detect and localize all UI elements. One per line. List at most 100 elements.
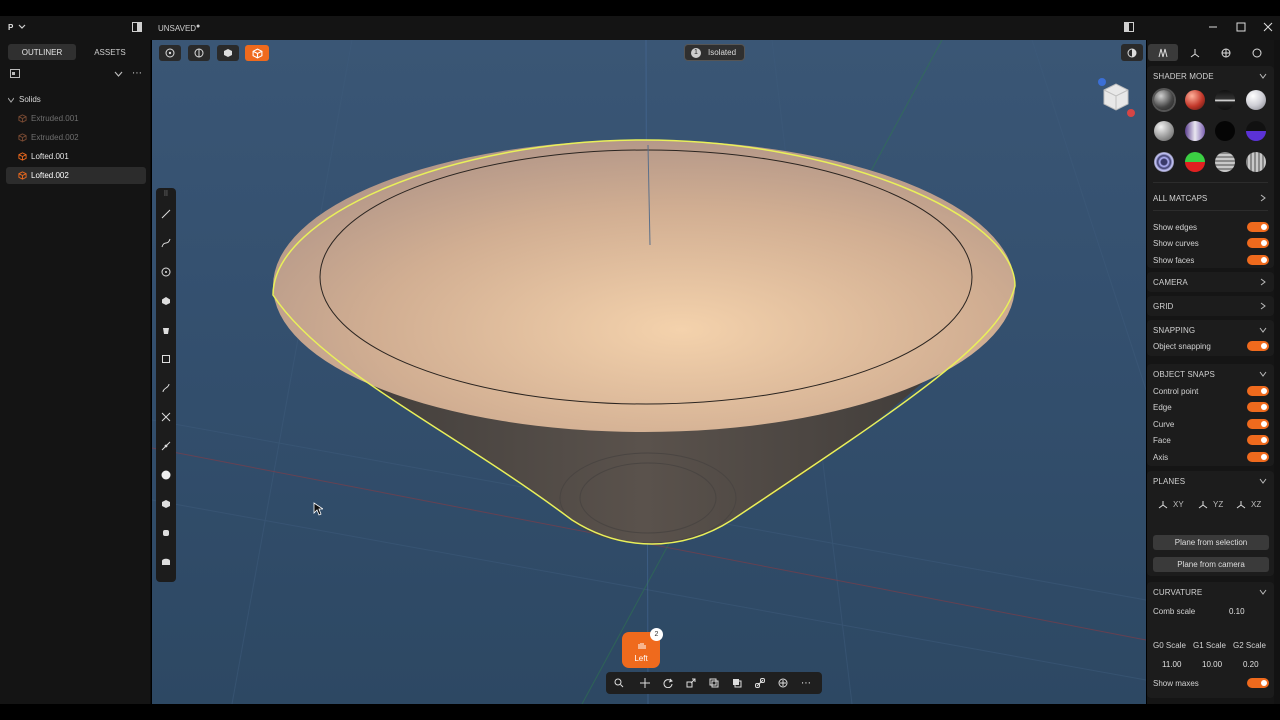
scale-icon[interactable] <box>680 672 702 694</box>
snap-face-toggle[interactable] <box>1247 435 1269 445</box>
cube-tool-icon[interactable] <box>156 494 176 514</box>
chevron-down-icon[interactable] <box>1259 588 1267 596</box>
box-tool-icon[interactable] <box>156 349 176 369</box>
search-icon[interactable] <box>608 672 630 694</box>
polygon-tool-icon[interactable] <box>156 291 176 311</box>
grid-section[interactable]: GRID <box>1147 296 1274 316</box>
outliner-item-lofted-001[interactable]: Lofted.001 <box>6 148 146 165</box>
matcap-swatch[interactable] <box>1185 121 1205 141</box>
panel-tab-info[interactable] <box>1242 44 1272 61</box>
view-mode-face-button[interactable] <box>217 45 239 61</box>
trim-tool-icon[interactable] <box>156 407 176 427</box>
transform-toolbar: ⋯ <box>606 672 822 694</box>
panel-tab-display[interactable] <box>1148 44 1178 61</box>
panel-tab-render[interactable] <box>1211 44 1241 61</box>
app-logo[interactable]: P <box>8 23 13 32</box>
more-options-icon[interactable]: ⋯ <box>795 672 817 694</box>
plane-xy-button[interactable]: XY <box>1158 500 1184 509</box>
chevron-right-icon <box>1260 302 1266 310</box>
maximize-icon[interactable] <box>1236 22 1246 34</box>
plane-xz-button[interactable]: XZ <box>1236 500 1261 509</box>
matcap-swatch[interactable] <box>1185 152 1205 172</box>
minimize-icon[interactable] <box>1208 22 1218 34</box>
isolated-badge[interactable]: 1 Isolated <box>684 44 745 61</box>
group-solids[interactable]: Solids <box>8 95 41 104</box>
view-mode-object-button[interactable] <box>245 45 269 61</box>
chevron-down-icon[interactable] <box>1259 370 1267 378</box>
view-mode-point-button[interactable] <box>159 45 181 61</box>
fillet-tool-icon[interactable] <box>156 436 176 456</box>
snap-control-point-toggle[interactable] <box>1247 386 1269 396</box>
plane-from-camera-button[interactable]: Plane from camera <box>1153 557 1269 572</box>
copy-icon[interactable] <box>726 672 748 694</box>
matcap-swatch[interactable] <box>1246 90 1266 110</box>
outliner-item-lofted-002[interactable]: Lofted.002 <box>6 167 146 184</box>
chevron-down-icon[interactable] <box>18 22 26 32</box>
toggle-right-panel-icon[interactable] <box>1124 22 1134 34</box>
g0-scale-input[interactable]: 11.00 <box>1162 660 1181 669</box>
render-icon <box>1221 48 1231 57</box>
collapse-chevron-icon[interactable] <box>114 70 123 80</box>
view-mode-edge-button[interactable] <box>188 45 210 61</box>
matcap-swatch[interactable] <box>1215 121 1235 141</box>
chevron-right-icon[interactable] <box>1259 194 1267 202</box>
circle-tool-icon[interactable] <box>156 262 176 282</box>
matcap-swatch[interactable] <box>1246 152 1266 172</box>
matcap-swatch[interactable] <box>1215 152 1235 172</box>
rotate-icon[interactable] <box>657 672 679 694</box>
chevron-down-icon[interactable] <box>1259 72 1267 80</box>
chevron-down-icon[interactable] <box>1259 326 1267 334</box>
matcap-swatch[interactable] <box>1154 152 1174 172</box>
matcap-swatch[interactable] <box>1215 90 1235 110</box>
view-cube-gizmo[interactable] <box>1096 76 1138 118</box>
show-maxes-toggle[interactable] <box>1247 678 1269 688</box>
chevron-down-icon[interactable] <box>1259 477 1267 485</box>
curve-tool-icon[interactable] <box>156 233 176 253</box>
close-icon[interactable] <box>1263 22 1273 34</box>
show-edges-toggle[interactable] <box>1247 222 1269 232</box>
toolbar-grip-icon[interactable]: ⠿ <box>156 188 176 200</box>
tab-assets[interactable]: ASSETS <box>78 44 142 60</box>
plane-yz-button[interactable]: YZ <box>1198 500 1223 509</box>
line-tool-icon[interactable] <box>156 204 176 224</box>
cylinder-tool-icon[interactable] <box>156 523 176 543</box>
extrude-tool-icon[interactable] <box>156 320 176 340</box>
panel-scrollbar[interactable] <box>1274 40 1280 704</box>
snap-curve-label: Curve <box>1153 420 1175 429</box>
mouse-cursor <box>313 502 323 516</box>
tab-outliner[interactable]: OUTLINER <box>8 44 76 60</box>
toggle-sidebar-icon[interactable] <box>132 22 142 34</box>
sphere-tool-icon[interactable] <box>156 465 176 485</box>
comb-scale-input[interactable]: 0.10 <box>1229 607 1245 616</box>
snap-edge-toggle[interactable] <box>1247 402 1269 412</box>
outliner-item-extruded-001[interactable]: Extruded.001 <box>6 110 146 127</box>
panel-tab-transform[interactable] <box>1180 44 1210 61</box>
more-options-icon[interactable]: ⋯ <box>132 68 142 79</box>
show-curves-toggle[interactable] <box>1247 238 1269 248</box>
link-icon[interactable] <box>749 672 771 694</box>
matcap-swatch[interactable] <box>1185 90 1205 110</box>
matcap-swatch[interactable] <box>1246 121 1266 141</box>
matcap-swatch[interactable] <box>1154 121 1174 141</box>
matcap-swatch[interactable] <box>1154 90 1174 110</box>
boolean-tool-icon[interactable] <box>156 552 176 572</box>
g1-scale-input[interactable]: 10.00 <box>1202 660 1222 669</box>
section-title: SNAPPING <box>1153 326 1196 335</box>
move-icon[interactable] <box>634 672 656 694</box>
sweep-tool-icon[interactable] <box>156 378 176 398</box>
g2-scale-input[interactable]: 0.20 <box>1243 660 1259 669</box>
snap-axis-toggle[interactable] <box>1247 452 1269 462</box>
camera-section[interactable]: CAMERA <box>1147 272 1274 292</box>
all-matcaps-link[interactable]: ALL MATCAPS <box>1153 194 1207 203</box>
3d-viewport[interactable]: 1 Isolated ⠿ Left 2 ⋯ <box>152 40 1146 704</box>
outliner-panel: OUTLINER ASSETS ⋯ Solids Extruded.001 Ex… <box>0 40 151 704</box>
layers-icon[interactable] <box>10 69 20 80</box>
duplicate-icon[interactable] <box>703 672 725 694</box>
plane-from-selection-button[interactable]: Plane from selection <box>1153 535 1269 550</box>
display-toggle-button[interactable] <box>1121 44 1143 61</box>
outliner-item-extruded-002[interactable]: Extruded.002 <box>6 129 146 146</box>
object-snapping-toggle[interactable] <box>1247 341 1269 351</box>
visibility-icon[interactable] <box>772 672 794 694</box>
show-faces-toggle[interactable] <box>1247 255 1269 265</box>
snap-curve-toggle[interactable] <box>1247 419 1269 429</box>
